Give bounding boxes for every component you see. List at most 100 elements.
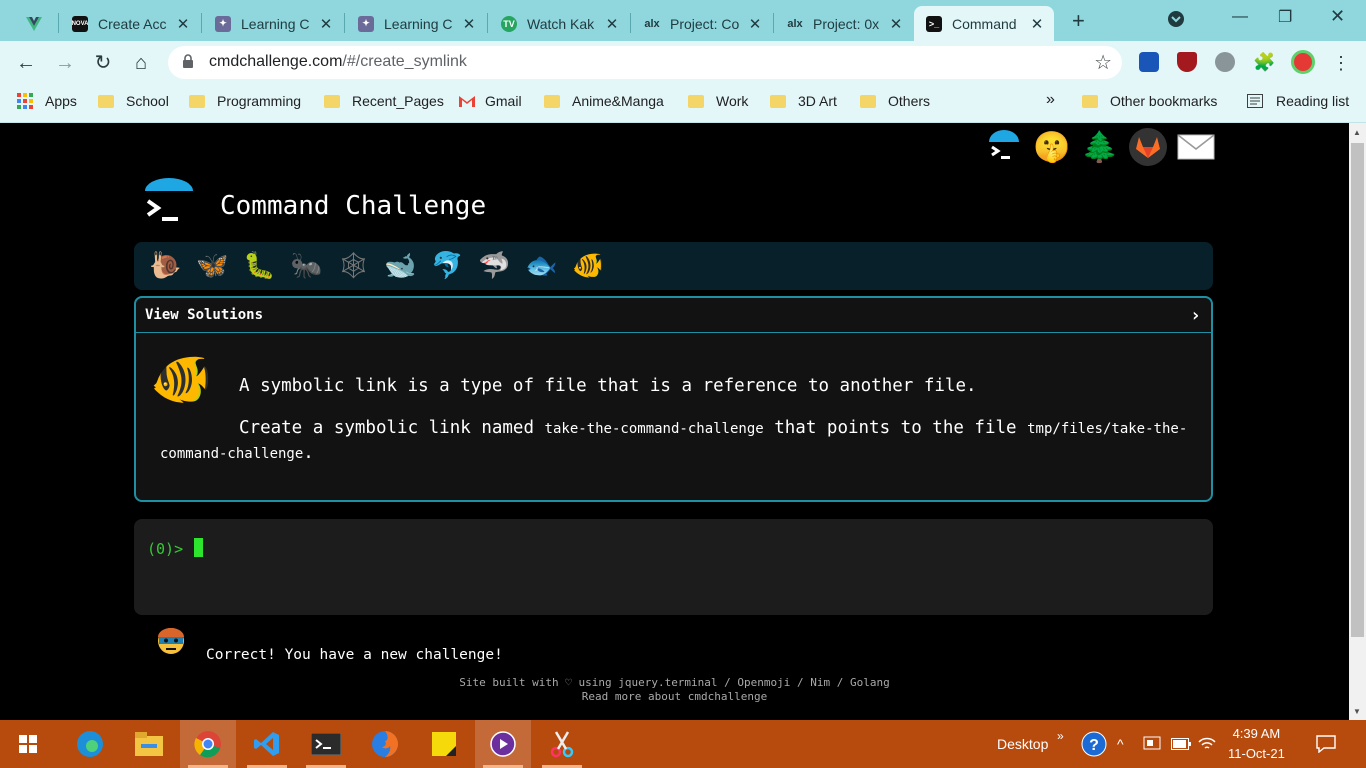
browser-toolbar: ← → ↻ ⌂ cmdchallenge.com/#/create_symlin…	[0, 41, 1366, 85]
dolphin-icon[interactable]: 🐬	[424, 246, 471, 286]
bookmarks-overflow-button[interactable]: »	[1046, 91, 1055, 109]
bookmark-folder-work[interactable]: Work	[688, 93, 748, 109]
apps-grid-icon	[17, 93, 33, 109]
tray-overflow-button[interactable]: »	[1057, 712, 1064, 760]
wifi-icon[interactable]	[1198, 720, 1216, 768]
tree-icon[interactable]: 🌲	[1081, 128, 1119, 166]
bookmark-folder-school[interactable]: School	[98, 93, 169, 109]
scrollbar-thumb[interactable]	[1351, 143, 1364, 637]
tab-project-1[interactable]: alx Project: Co ✕	[632, 6, 772, 41]
reload-button[interactable]: ↻	[91, 51, 115, 75]
forward-button[interactable]: →	[53, 51, 77, 75]
shushing-face-icon[interactable]: 🤫	[1033, 128, 1071, 166]
home-button[interactable]: ⌂	[129, 51, 153, 75]
bookmark-gmail[interactable]: Gmail	[458, 93, 522, 109]
whale-icon[interactable]: 🐋	[377, 246, 424, 286]
fish-icon[interactable]: 🐟	[518, 246, 565, 286]
page-scrollbar[interactable]: ▲ ▼	[1349, 123, 1366, 720]
close-tab-icon[interactable]: ✕	[887, 15, 905, 33]
system-clock[interactable]: 4:39 AM 11-Oct-21	[1228, 724, 1285, 764]
bookmark-other-bookmarks[interactable]: Other bookmarks	[1082, 93, 1217, 109]
scroll-down-icon[interactable]: ▼	[1353, 707, 1361, 716]
menu-kebab-icon[interactable]: ⋮	[1329, 51, 1353, 75]
scroll-up-icon[interactable]: ▲	[1353, 128, 1361, 137]
close-tab-icon[interactable]: ✕	[1028, 15, 1046, 33]
extension-download-icon[interactable]	[1215, 52, 1235, 72]
challenge-panel: View Solutions › 🐠 A symbolic link is a …	[134, 296, 1213, 502]
extension-reader-icon[interactable]	[1139, 52, 1159, 72]
battery-icon[interactable]	[1171, 720, 1191, 768]
edge-icon[interactable]	[62, 720, 118, 768]
tab-create-account[interactable]: NOVA Create Acc ✕	[60, 6, 200, 41]
caterpillar-icon[interactable]: 🐛	[236, 246, 283, 286]
notifications-icon[interactable]	[1316, 720, 1336, 768]
vscode-icon[interactable]	[239, 720, 295, 768]
new-tab-button[interactable]: +	[1072, 8, 1085, 34]
back-button[interactable]: ←	[14, 51, 38, 75]
terminal-cursor	[194, 538, 203, 557]
gitlab-icon[interactable]	[1129, 128, 1167, 166]
tab-learning-1[interactable]: ✦ Learning C ✕	[203, 6, 343, 41]
tropical-fish-icon[interactable]: 🐠	[565, 246, 612, 286]
bookmark-star-icon[interactable]: ☆	[1094, 50, 1112, 75]
profile-avatar[interactable]	[1291, 50, 1315, 74]
bookmark-folder-others[interactable]: Others	[860, 93, 930, 109]
terminal-input[interactable]: (0)>	[134, 519, 1213, 615]
ublock-icon[interactable]	[1177, 52, 1197, 72]
footer-read-more-link[interactable]: Read more about cmdchallenge	[0, 690, 1349, 704]
close-tab-icon[interactable]: ✕	[317, 15, 335, 33]
level-progress-bar: 🐌 🦋 🐛 🐜 🕸 🐋 🐬 🦈 🐟 🐠	[134, 242, 1213, 290]
tab-search-icon[interactable]	[1167, 10, 1185, 33]
chrome-icon[interactable]	[180, 720, 236, 768]
tab-learning-2[interactable]: ✦ Learning C ✕	[346, 6, 486, 41]
terminal-logo-icon[interactable]	[985, 128, 1023, 166]
reading-list-button[interactable]: Reading list	[1247, 93, 1349, 109]
folder-icon	[860, 94, 876, 108]
start-button[interactable]	[0, 720, 56, 768]
address-bar[interactable]: cmdchallenge.com/#/create_symlink ☆	[168, 46, 1122, 79]
media-player-icon[interactable]	[475, 720, 531, 768]
tab-watch[interactable]: TV Watch Kak ✕	[489, 6, 629, 41]
desktop-toolbar[interactable]: Desktop	[997, 720, 1048, 768]
tv-icon: TV	[501, 15, 517, 32]
help-icon[interactable]: ?	[1081, 720, 1107, 768]
close-window-icon[interactable]: ✕	[1330, 6, 1345, 27]
tab-command-challenge[interactable]: >_ Command ✕	[914, 6, 1054, 41]
chevron-right-icon: ›	[1190, 304, 1201, 326]
close-tab-icon[interactable]: ✕	[603, 15, 621, 33]
show-hidden-icons-icon[interactable]: ^	[1117, 720, 1124, 768]
spider-web-icon[interactable]: 🕸	[330, 246, 377, 286]
close-tab-icon[interactable]: ✕	[746, 15, 764, 33]
page-content: 🤫 🌲 Command Challenge 🐌 🦋 🐛 🐜 🕸 🐋 🐬 🦈 🐟 …	[0, 123, 1349, 720]
extensions-puzzle-icon[interactable]: 🧩	[1253, 52, 1275, 72]
envelope-icon[interactable]	[1177, 128, 1215, 166]
close-tab-icon[interactable]: ✕	[460, 15, 478, 33]
url-text: cmdchallenge.com/#/create_symlink	[209, 53, 467, 70]
windows-taskbar: Desktop » ? ^ 4:39 AM 11-Oct-21	[0, 720, 1366, 768]
minimize-icon[interactable]: —	[1232, 8, 1248, 26]
tab-vue[interactable]	[14, 6, 56, 41]
clock-date: 11-Oct-21	[1228, 746, 1285, 761]
bookmark-folder-3d-art[interactable]: 3D Art	[770, 93, 837, 109]
tab-project-2[interactable]: alx Project: 0x ✕	[775, 6, 913, 41]
tray-app-icon[interactable]	[1143, 720, 1161, 768]
firefox-icon[interactable]	[357, 720, 413, 768]
restore-icon[interactable]: ❐	[1278, 7, 1292, 27]
view-solutions-toggle[interactable]: View Solutions ›	[136, 298, 1211, 333]
terminal-app-icon[interactable]	[298, 720, 354, 768]
folder-icon	[98, 94, 114, 108]
close-tab-icon[interactable]: ✕	[174, 15, 192, 33]
bookmark-label: School	[126, 93, 169, 109]
snail-icon[interactable]: 🐌	[142, 246, 189, 286]
snipping-tool-icon[interactable]	[534, 720, 590, 768]
file-explorer-icon[interactable]	[121, 720, 177, 768]
bookmark-folder-anime-manga[interactable]: Anime&Manga	[544, 93, 664, 109]
ant-icon[interactable]: 🐜	[283, 246, 330, 286]
bookmark-folder-recent-pages[interactable]: Recent_Pages	[324, 93, 444, 109]
butterfly-icon[interactable]: 🦋	[189, 246, 236, 286]
shark-icon[interactable]: 🦈	[471, 246, 518, 286]
sticky-notes-icon[interactable]	[416, 720, 472, 768]
page-title: Command Challenge	[220, 191, 487, 221]
bookmark-folder-programming[interactable]: Programming	[189, 93, 301, 109]
bookmark-apps[interactable]: Apps	[17, 93, 77, 109]
